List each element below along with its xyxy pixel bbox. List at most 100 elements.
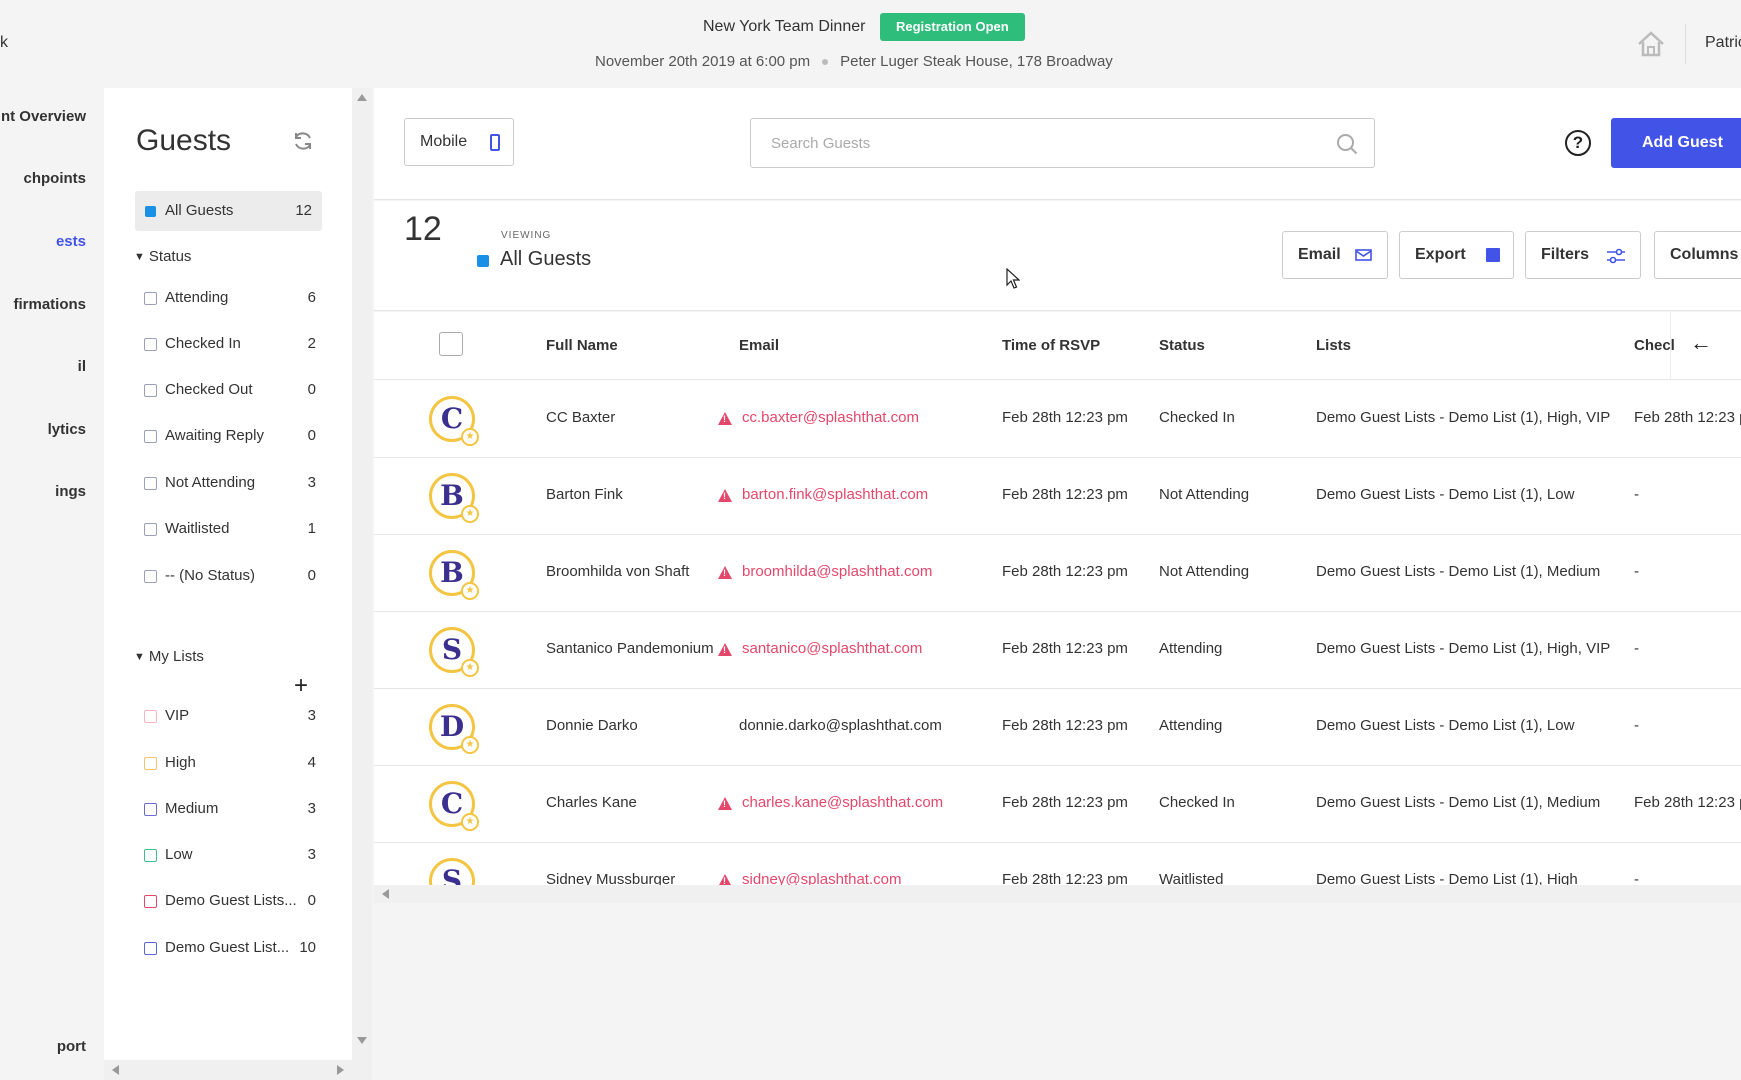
guest-email[interactable]: barton.fink@splashthat.com — [742, 486, 928, 503]
add-list-icon[interactable]: + — [294, 674, 308, 698]
checkbox[interactable] — [144, 384, 157, 397]
guest-email[interactable]: santanico@splashthat.com — [742, 640, 922, 657]
refresh-icon[interactable] — [292, 130, 314, 152]
guest-email[interactable]: broomhilda@splashthat.com — [742, 563, 932, 580]
mobile-view-button[interactable]: Mobile — [404, 118, 514, 166]
sidebar-vertical-scrollbar[interactable] — [352, 88, 372, 1080]
list-filter-demo-guest-list[interactable]: Demo Guest List... 10 — [144, 938, 316, 960]
status-filter-attending[interactable]: Attending 6 — [144, 288, 316, 310]
status-section-toggle[interactable]: ▼ Status — [134, 248, 191, 265]
list-filter-high[interactable]: High 4 — [144, 753, 316, 775]
list-filter-demo-guest-lists[interactable]: Demo Guest Lists... 0 — [144, 891, 316, 913]
nav-item-support[interactable]: port — [57, 1038, 86, 1055]
table-row[interactable]: C★ Charles Kane charles.kane@splashthat.co… — [374, 766, 1741, 843]
table-row[interactable]: D ★ Donnie Darko donnie.darko@splashthat.co… — [374, 689, 1741, 766]
checkbox[interactable] — [144, 803, 157, 816]
checkbox[interactable] — [144, 895, 157, 908]
email-button[interactable]: Email — [1282, 231, 1388, 279]
nav-item-touchpoints[interactable]: chpoints — [24, 170, 87, 187]
table-row[interactable]: B★ Barton Fink barton.fink@splashthat.com F… — [374, 458, 1741, 535]
guest-email[interactable]: donnie.darko@splashthat.com — [739, 717, 942, 734]
checkbox[interactable] — [144, 430, 157, 443]
header-divider — [1685, 24, 1686, 64]
checkbox[interactable] — [144, 523, 157, 536]
status-filter-waitlisted[interactable]: Waitlisted 1 — [144, 519, 316, 541]
status-filter-checked-out[interactable]: Checked Out 0 — [144, 380, 316, 402]
list-filter-count: 3 — [307, 846, 316, 863]
guest-name[interactable]: CC Baxter — [546, 409, 615, 426]
user-name[interactable]: Patric — [1705, 34, 1741, 52]
guest-name[interactable]: Santanico Pandemonium — [546, 640, 714, 657]
scroll-right-arrow-icon[interactable] — [337, 1065, 344, 1075]
checkbox[interactable] — [144, 942, 157, 955]
checkbox[interactable] — [144, 849, 157, 862]
column-header-check-in[interactable]: Checl — [1634, 337, 1675, 354]
add-guest-button[interactable]: Add Guest — [1611, 118, 1741, 168]
arrow-left-icon[interactable]: ← — [1690, 330, 1712, 356]
warning-icon — [718, 566, 732, 579]
guest-email[interactable]: charles.kane@splashthat.com — [742, 794, 943, 811]
nav-item-email[interactable]: il — [78, 358, 86, 375]
column-header-status[interactable]: Status — [1159, 337, 1205, 354]
nav-item-analytics[interactable]: lytics — [48, 421, 86, 438]
search-icon[interactable] — [1336, 133, 1358, 155]
scroll-left-arrow-icon[interactable] — [112, 1065, 119, 1075]
scroll-up-arrow-icon[interactable] — [357, 94, 367, 101]
checkbox[interactable] — [144, 477, 157, 490]
scroll-down-arrow-icon[interactable] — [357, 1037, 367, 1044]
column-header-full-name[interactable]: Full Name — [546, 337, 618, 354]
search-guests-box[interactable] — [750, 118, 1375, 168]
filters-button[interactable]: Filters — [1525, 231, 1641, 279]
home-icon[interactable] — [1636, 30, 1666, 58]
warning-icon — [718, 797, 732, 810]
envelope-icon — [1355, 249, 1372, 261]
list-filter-medium[interactable]: Medium 3 — [144, 799, 316, 821]
my-lists-section-toggle[interactable]: ▼ My Lists — [134, 648, 204, 665]
guest-name[interactable]: Broomhilda von Shaft — [546, 563, 689, 580]
registration-status-badge[interactable]: Registration Open — [880, 13, 1025, 41]
checkbox[interactable] — [144, 570, 157, 583]
checkbox[interactable] — [144, 338, 157, 351]
table-row[interactable]: S★ Santanico Pandemonium santanico@splasht… — [374, 612, 1741, 689]
export-button[interactable]: Export — [1399, 231, 1514, 279]
columns-button[interactable]: Columns — [1654, 231, 1741, 279]
checkbox[interactable] — [144, 757, 157, 770]
status-filter-no-status[interactable]: -- (No Status) 0 — [144, 566, 316, 588]
list-filter-vip[interactable]: VIP 3 — [144, 706, 316, 728]
status-filter-checked-in[interactable]: Checked In 2 — [144, 334, 316, 356]
help-icon[interactable]: ? — [1565, 130, 1591, 156]
table-horizontal-scrollbar[interactable] — [374, 885, 1741, 903]
column-header-time-of-rsvp[interactable]: Time of RSVP — [1002, 337, 1100, 354]
search-input[interactable] — [751, 119, 1374, 167]
guest-name[interactable]: Barton Fink — [546, 486, 623, 503]
nav-item-event-overview[interactable]: nt Overview — [1, 108, 86, 125]
guest-email[interactable]: cc.baxter@splashthat.com — [742, 409, 919, 426]
table-row[interactable]: C★ CC Baxter cc.baxter@splashthat.com Feb 2… — [374, 381, 1741, 458]
sidebar-horizontal-scrollbar[interactable] — [104, 1060, 352, 1080]
nav-item-settings[interactable]: ings — [55, 483, 86, 500]
guest-email[interactable]: sidney@splashthat.com — [742, 871, 901, 885]
column-header-lists[interactable]: Lists — [1316, 337, 1351, 354]
status-filter-count: 2 — [307, 335, 316, 352]
list-filter-label: High — [165, 754, 196, 771]
warning-icon — [718, 874, 732, 885]
status-filter-not-attending[interactable]: Not Attending 3 — [144, 473, 316, 495]
select-all-checkbox[interactable] — [439, 332, 463, 356]
status-filter-awaiting-reply[interactable]: Awaiting Reply 0 — [144, 426, 316, 448]
checkbox[interactable] — [144, 292, 157, 305]
status-filter-count: 0 — [307, 427, 316, 444]
guest-name[interactable]: Sidney Mussburger — [546, 871, 675, 885]
list-filter-low[interactable]: Low 3 — [144, 845, 316, 867]
viewing-name: All Guests — [500, 248, 592, 270]
nav-item-guests[interactable]: ests — [56, 233, 86, 250]
guest-name[interactable]: Donnie Darko — [546, 717, 638, 734]
all-guests-filter[interactable]: All Guests 12 — [135, 191, 322, 231]
status-filter-label: -- (No Status) — [165, 567, 256, 584]
table-row[interactable]: S★ Sidney Mussburger sidney@splashthat.com… — [374, 843, 1741, 885]
checkbox[interactable] — [144, 710, 157, 723]
nav-item-confirmations[interactable]: firmations — [13, 296, 86, 313]
column-header-email[interactable]: Email — [739, 337, 779, 354]
guest-name[interactable]: Charles Kane — [546, 794, 637, 811]
scroll-left-arrow-icon[interactable] — [382, 889, 389, 899]
table-row[interactable]: B★ Broomhilda von Shaft broomhilda@splasht… — [374, 535, 1741, 612]
